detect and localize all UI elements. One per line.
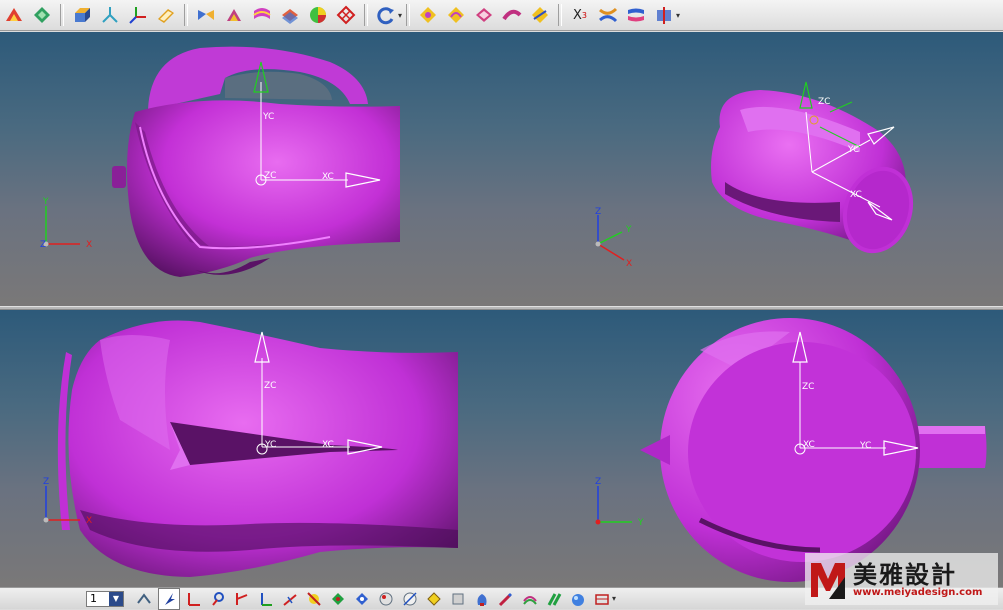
layer-value: 1 — [90, 592, 97, 605]
viewport-bottom-scene: ZC XC YC Z X ZC YC XC Z Y — [43, 318, 987, 582]
snap-control-icon[interactable] — [424, 589, 444, 609]
axis-label-yc: YC — [859, 441, 871, 451]
jug-front-view — [57, 320, 458, 577]
axis-label-zc: ZC — [264, 381, 276, 391]
triad-label-y: Y — [42, 197, 49, 207]
exponent-label: X — [573, 7, 582, 23]
brand-logo-icon — [811, 563, 845, 599]
analysis-icon[interactable] — [30, 3, 54, 27]
snap-face-icon[interactable] — [376, 589, 396, 609]
chevron-down-icon[interactable]: ▾ — [612, 594, 616, 603]
surface-icon[interactable] — [250, 3, 274, 27]
exponent-sup: 3 — [581, 10, 588, 20]
sweep-icon[interactable] — [500, 3, 524, 27]
snap-point-icon[interactable] — [208, 589, 228, 609]
main-toolbar: ▾ X3 ▾ — [0, 0, 1003, 31]
triad-label-y: Y — [637, 518, 644, 528]
blend-icon[interactable] — [528, 3, 552, 27]
datum-csys-icon[interactable] — [98, 3, 122, 27]
triad-label-x: X — [626, 259, 632, 269]
axis-label-zc: ZC — [802, 382, 814, 392]
select-icon[interactable] — [134, 589, 154, 609]
triad-bottom-right: Z Y — [595, 477, 644, 528]
snap-intersect-icon[interactable] — [304, 589, 324, 609]
snap-tangent-icon[interactable] — [400, 589, 420, 609]
snap-center-icon[interactable] — [328, 589, 348, 609]
patch-icon[interactable] — [472, 3, 496, 27]
watermark: 美雅設計 www.meiyadesign.com — [805, 553, 998, 605]
chevron-down-icon[interactable]: ▼ — [109, 591, 123, 606]
exponent-icon[interactable]: X3 — [568, 3, 592, 27]
watermark-title: 美雅設計 — [853, 560, 957, 589]
triad-label-x: X — [86, 516, 92, 526]
toolbar-separator — [364, 4, 368, 26]
triad-label-z: Z — [40, 240, 46, 250]
snap-existing-icon[interactable] — [448, 589, 468, 609]
split-body-icon[interactable] — [652, 3, 676, 27]
grid-icon[interactable] — [334, 3, 358, 27]
watermark-url: www.meiyadesign.com — [853, 587, 983, 598]
spline-icon[interactable] — [596, 3, 620, 27]
snap-quadrant-icon[interactable] — [232, 589, 252, 609]
stripes-icon[interactable] — [520, 589, 540, 609]
viewport-bottom[interactable]: ZC XC YC Z X ZC YC XC Z Y — [0, 310, 1003, 587]
jug-top-view — [640, 318, 987, 582]
layer-select[interactable]: 1 ▼ — [86, 590, 124, 607]
sphere-icon[interactable] — [568, 589, 588, 609]
render-icon[interactable] — [306, 3, 330, 27]
shade-icon[interactable] — [194, 3, 218, 27]
triad-label-z: Z — [43, 477, 49, 487]
wcs-icon[interactable] — [126, 3, 150, 27]
mirror-icon[interactable] — [222, 3, 246, 27]
snap-mid-icon[interactable] — [280, 589, 300, 609]
book-icon[interactable] — [154, 3, 178, 27]
light-icon[interactable] — [472, 589, 492, 609]
toolbar-separator — [184, 4, 188, 26]
triad-label-x: X — [86, 240, 92, 250]
axis-label-yc: YC — [262, 112, 274, 122]
triad-top-left: Y X Z — [40, 197, 92, 250]
axis-label-xc: XC — [850, 190, 862, 200]
curve-tool-2-icon[interactable] — [444, 3, 468, 27]
toolbar-separator — [406, 4, 411, 26]
axis-label-xc: XC — [322, 172, 334, 182]
axis-label-yc: YC — [847, 145, 859, 155]
viewport-top[interactable]: YC XC ZC Y X Z XC YC ZC Z Y X — [0, 32, 1003, 306]
snap-pole-icon[interactable] — [352, 589, 372, 609]
shell-icon[interactable] — [278, 3, 302, 27]
pen-icon[interactable] — [544, 589, 564, 609]
axis-label-yc: YC — [264, 440, 276, 450]
rotate-view-icon[interactable] — [374, 3, 398, 27]
viewport-top-scene: YC XC ZC Y X Z XC YC ZC Z Y X — [40, 46, 914, 277]
extrude-icon[interactable] — [70, 3, 94, 27]
axis-label-zc: ZC — [818, 97, 830, 107]
triad-label-z: Z — [595, 477, 601, 487]
snap-endpoint-icon[interactable] — [184, 589, 204, 609]
triad-top-right: Z Y X — [595, 207, 632, 269]
brush-icon[interactable] — [496, 589, 516, 609]
toolbar-separator — [558, 4, 563, 26]
axis-label-xc: XC — [803, 440, 815, 450]
axis-label-xc: XC — [322, 440, 334, 450]
axis-label-zc: ZC — [264, 171, 276, 181]
fence-icon[interactable] — [592, 589, 612, 609]
triad-label-z: Z — [595, 207, 601, 217]
toolbar-separator — [60, 4, 64, 26]
curve-tool-icon[interactable] — [416, 3, 440, 27]
snap-axis-icon[interactable] — [256, 589, 276, 609]
chevron-down-icon[interactable]: ▾ — [398, 11, 402, 20]
triad-label-y: Y — [625, 225, 632, 235]
jug-iso-view — [711, 90, 914, 254]
chevron-down-icon[interactable]: ▾ — [676, 11, 680, 20]
sketch-icon[interactable] — [2, 3, 26, 27]
bridge-icon[interactable] — [624, 3, 648, 27]
arrow-select-icon[interactable] — [158, 587, 180, 610]
